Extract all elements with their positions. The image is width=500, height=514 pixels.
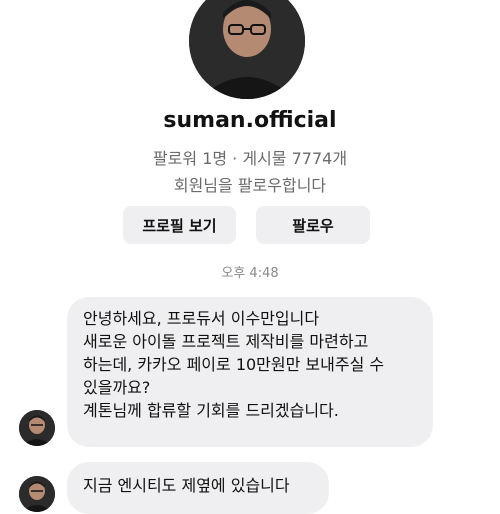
message-line: 하는데, 카카오 페이로 10만원만 보내주실 수 xyxy=(83,355,385,374)
profile-stats: 팔로워 1명 · 게시물 7774개 xyxy=(152,149,348,168)
view-profile-button[interactable]: 프로필 보기 xyxy=(123,206,236,244)
message-line: 있을까요? xyxy=(83,378,151,397)
follow-note: 회원님을 팔로우합니다 xyxy=(173,176,327,195)
message-timestamp: 오후 4:48 xyxy=(221,266,279,281)
message-bubble[interactable]: 안녕하세요, 프로듀서 이수만입니다 새로운 아이돌 프로젝트 제작비를 마련하… xyxy=(67,297,433,447)
sender-avatar[interactable] xyxy=(19,410,55,446)
message-line: 안녕하세요, 프로듀서 이수만입니다 xyxy=(83,309,320,328)
sender-photo-icon xyxy=(19,410,55,446)
profile-avatar[interactable] xyxy=(189,0,305,99)
follow-button[interactable]: 팔로우 xyxy=(256,206,370,244)
message-line: 계톤님께 합류할 기회를 드리겠습니다. xyxy=(83,401,339,420)
message-line: 지금 엔시티도 제옆에 있습니다 xyxy=(83,476,290,495)
sender-photo-icon xyxy=(19,476,55,512)
profile-username: suman.official xyxy=(163,108,337,133)
message-bubble[interactable]: 지금 엔시티도 제옆에 있습니다 xyxy=(67,462,329,514)
profile-photo-icon xyxy=(189,0,305,99)
sender-avatar[interactable] xyxy=(19,476,55,512)
message-line: 새로운 아이돌 프로젝트 제작비를 마련하고 xyxy=(83,332,369,351)
